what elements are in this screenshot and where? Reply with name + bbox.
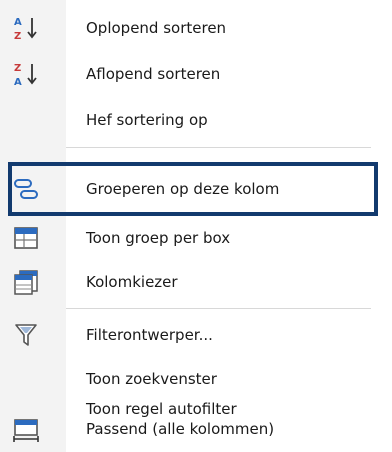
menu-item-label: Kolomkiezer <box>86 273 178 291</box>
menu-item-sort-ascending[interactable]: A Z Oplopend sorteren <box>0 5 392 51</box>
context-menu: A Z Oplopend sorteren Z A Aflopend sorte… <box>0 0 392 452</box>
menu-item-sort-descending[interactable]: Z A Aflopend sorteren <box>0 51 392 97</box>
svg-text:A: A <box>14 77 22 88</box>
menu-item-label: Hef sortering op <box>86 111 208 129</box>
menu-item-label: Toon groep per box <box>86 229 231 247</box>
column-chooser-icon <box>14 270 38 295</box>
menu-item-label: Passend (alle kolommen) <box>86 420 275 438</box>
menu-item-clear-sorting[interactable]: Hef sortering op <box>0 97 392 143</box>
menu-item-filter-editor[interactable]: Filterontwerper... <box>0 312 392 358</box>
svg-text:Z: Z <box>14 31 21 42</box>
menu-item-label: Filterontwerper... <box>86 326 213 344</box>
sort-ascending-icon: A Z <box>14 17 37 42</box>
best-fit-icon <box>13 419 39 442</box>
highlight-frame <box>8 162 378 216</box>
sort-descending-icon: Z A <box>14 63 37 88</box>
menu-item-group-box[interactable]: Toon groep per box <box>0 215 392 261</box>
filter-icon <box>15 324 37 346</box>
menu-separator <box>66 308 371 309</box>
group-box-icon <box>14 227 38 249</box>
svg-text:Z: Z <box>14 63 21 74</box>
menu-item-label: Oplopend sorteren <box>86 19 227 37</box>
menu-separator <box>66 147 371 148</box>
menu-item-column-chooser[interactable]: Kolomkiezer <box>0 259 392 305</box>
svg-text:A: A <box>14 17 22 28</box>
menu-item-best-fit-all-columns[interactable]: Passend (alle kolommen) <box>0 406 392 452</box>
menu-item-label: Aflopend sorteren <box>86 65 221 83</box>
